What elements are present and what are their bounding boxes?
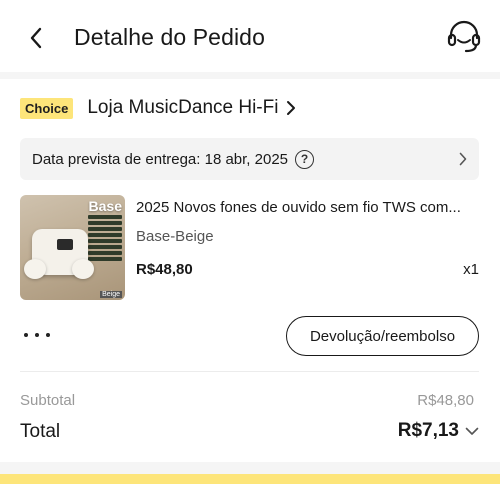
customer-support-button[interactable] — [446, 20, 482, 54]
chevron-left-icon — [30, 27, 42, 49]
chevron-right-icon — [459, 152, 467, 171]
question-circle-icon[interactable]: ? — [295, 149, 315, 169]
chevron-right-icon — [286, 100, 296, 116]
next-section-banner-edge — [0, 474, 500, 484]
subtotal-label: Subtotal — [20, 392, 76, 409]
page-title: Detalhe do Pedido — [74, 24, 265, 50]
product-image[interactable]: Base Beige — [20, 195, 125, 300]
product-image-feature-list — [88, 215, 122, 263]
total-label: Total — [20, 421, 61, 442]
dot-icon — [35, 333, 39, 337]
product-title[interactable]: 2025 Novos fones de ouvido sem fio TWS c… — [136, 199, 482, 216]
delivery-estimate-row[interactable]: Data prevista de entrega: 18 abr, 2025 ? — [20, 138, 479, 180]
divider — [20, 371, 479, 372]
total-expand-toggle[interactable]: R$7,13 — [398, 420, 479, 442]
delivery-estimate-text: Data prevista de entrega: 18 abr, 2025 — [32, 150, 289, 168]
back-button[interactable] — [24, 24, 48, 52]
chevron-down-icon — [465, 427, 479, 436]
subtotal-value: R$48,80 — [417, 392, 474, 409]
refund-button[interactable]: Devolução/reembolso — [286, 316, 479, 356]
product-quantity: x1 — [463, 261, 479, 278]
product-image-label: Base — [88, 198, 122, 214]
header-separator — [0, 72, 500, 79]
dot-icon — [46, 333, 50, 337]
section-separator — [0, 462, 500, 474]
earbud-graphic — [24, 259, 46, 279]
product-variant: Base-Beige — [136, 228, 214, 245]
dot-icon — [24, 333, 28, 337]
earbud-graphic — [72, 259, 94, 279]
store-name: Loja MusicDance Hi-Fi — [87, 97, 279, 118]
header: Detalhe do Pedido — [0, 0, 500, 74]
headset-icon — [447, 20, 481, 53]
product-image-tag: Beige — [100, 291, 122, 298]
total-value: R$7,13 — [397, 420, 459, 441]
product-price: R$48,80 — [136, 261, 193, 278]
store-link[interactable]: Choice Loja MusicDance Hi-Fi — [20, 96, 296, 120]
more-options-button[interactable] — [24, 324, 50, 346]
choice-badge: Choice — [20, 97, 74, 119]
